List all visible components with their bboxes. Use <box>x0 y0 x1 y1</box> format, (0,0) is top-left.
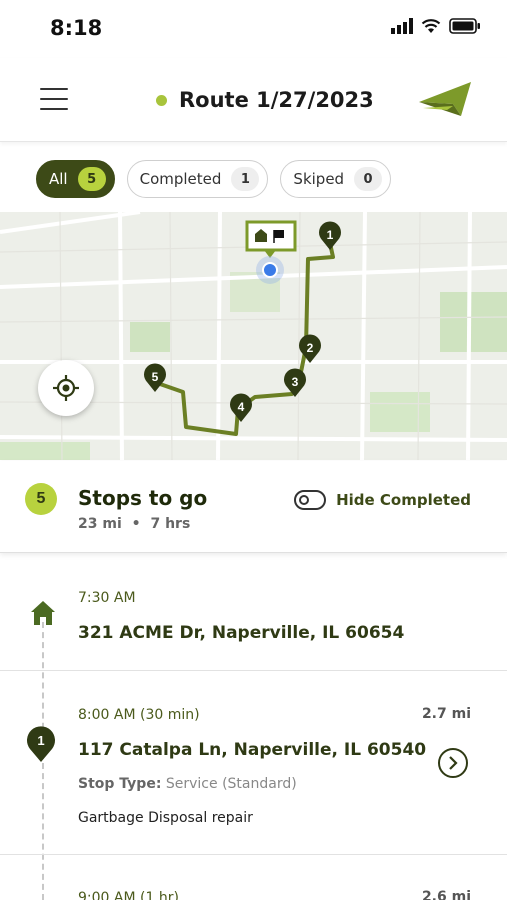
chevron-right-icon <box>449 756 458 770</box>
divider <box>0 854 507 855</box>
stop-time: 9:00 AM (1 hr) <box>78 890 179 900</box>
summary-duration: 7 hrs <box>150 516 191 532</box>
park-area <box>130 322 170 352</box>
stop-note: Gartbage Disposal repair <box>78 810 253 826</box>
marker-label: 1 <box>37 733 44 748</box>
filter-chip-all[interactable]: All 5 <box>36 160 115 198</box>
stops-count-badge: 5 <box>25 483 57 515</box>
app-header: Route 1/27/2023 <box>0 58 507 142</box>
park-area <box>370 392 430 432</box>
chip-count: 1 <box>231 167 260 191</box>
divider <box>0 670 507 671</box>
menu-icon[interactable] <box>40 88 68 112</box>
battery-icon <box>449 18 480 34</box>
wifi-icon <box>421 19 441 33</box>
route-map[interactable]: 1 2 3 4 5 <box>0 212 507 460</box>
filter-chip-completed[interactable]: Completed 1 <box>126 160 269 198</box>
route-title-group: Route 1/27/2023 <box>156 88 374 112</box>
toggle-switch[interactable] <box>294 490 327 510</box>
stop-type-value: Service (Standard) <box>165 776 297 792</box>
stop-distance: 2.6 mi <box>421 889 471 900</box>
page-title: Route 1/27/2023 <box>179 88 374 112</box>
stop-address[interactable]: 117 Catalpa Ln, Naperville, IL 60540 <box>78 740 426 760</box>
stop-details-button[interactable] <box>438 748 468 778</box>
brand-logo-icon <box>419 82 471 116</box>
status-bar: 8:18 <box>0 0 507 58</box>
filter-chips: All 5 Completed 1 Skiped 0 <box>36 160 392 198</box>
stop-time: 8:00 AM (30 min) <box>78 707 200 723</box>
marker-label: 5 <box>152 370 159 384</box>
stops-summary-title: Stops to go <box>78 486 208 510</box>
marker-label: 2 <box>307 341 314 355</box>
home-icon <box>31 601 55 625</box>
crosshair-icon <box>53 375 79 401</box>
route-status-dot <box>156 94 167 106</box>
stops-summary-meta: 23 mi • 7 hrs <box>78 516 190 532</box>
marker-label: 1 <box>327 228 334 242</box>
hide-completed-toggle[interactable]: Hide Completed <box>294 490 471 510</box>
my-location-button[interactable] <box>38 360 94 416</box>
status-icons <box>391 18 481 34</box>
signal-icon <box>391 18 413 34</box>
park-area <box>440 292 507 352</box>
chip-label: Skiped <box>293 170 345 188</box>
filter-chip-skipped[interactable]: Skiped 0 <box>280 160 392 198</box>
marker-label: 3 <box>292 375 299 389</box>
map-canvas: 1 2 3 4 5 <box>0 212 507 460</box>
stop-time: 7:30 AM <box>78 590 136 606</box>
status-time: 8:18 <box>50 16 103 40</box>
stop-address[interactable]: 321 ACME Dr, Naperville, IL 60654 <box>78 623 404 643</box>
chip-count: 5 <box>77 167 106 191</box>
stop-distance: 2.7 mi <box>421 706 471 722</box>
summary-separator: • <box>131 516 141 532</box>
toggle-label: Hide Completed <box>336 491 471 509</box>
stop-type-label: Stop Type: <box>78 776 162 792</box>
chip-count: 0 <box>354 167 383 191</box>
chip-label: Completed <box>139 170 222 188</box>
park-area <box>0 442 90 460</box>
stop-marker-icon: 1 <box>27 726 56 762</box>
chip-label: All <box>49 170 68 188</box>
marker-label: 4 <box>238 400 245 414</box>
stop-type: Stop Type: Service (Standard) <box>78 776 297 792</box>
summary-distance: 23 mi <box>78 516 122 532</box>
